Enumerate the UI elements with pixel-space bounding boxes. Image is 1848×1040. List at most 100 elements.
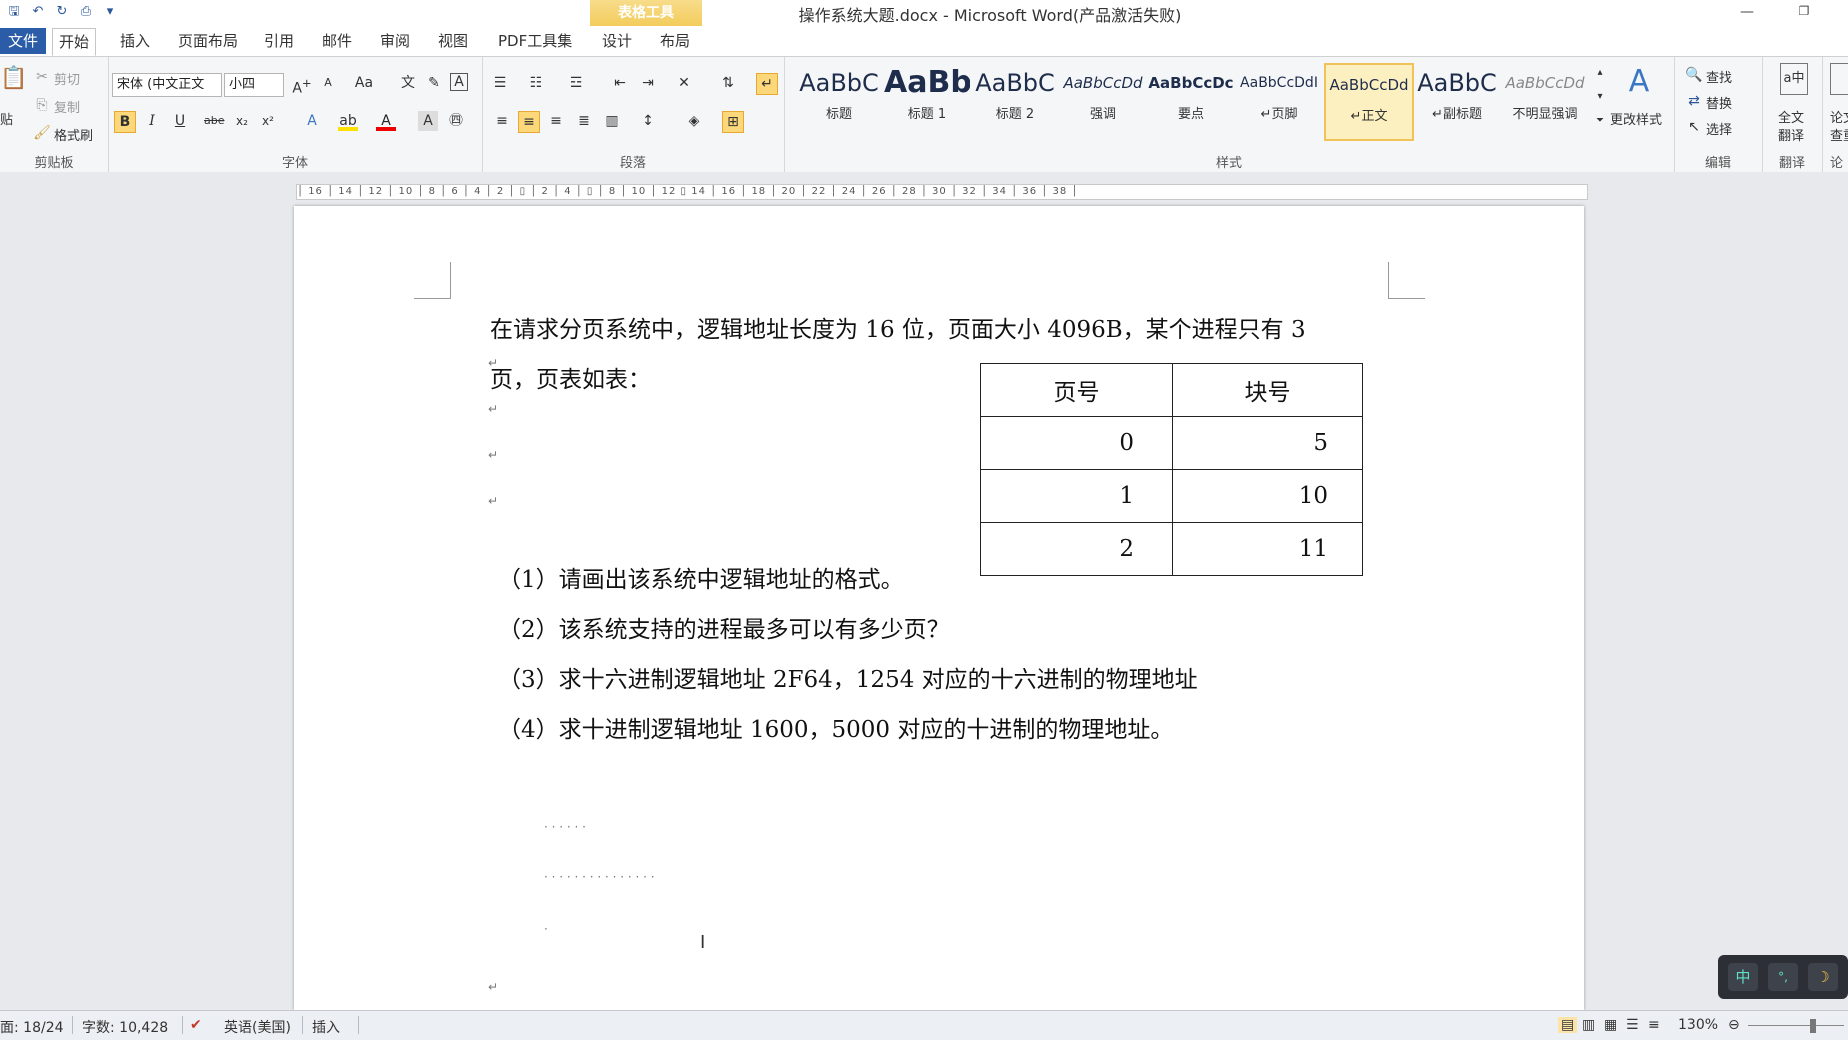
styles-scroll-up-icon[interactable]: ▴ <box>1590 63 1610 83</box>
distributed-icon[interactable]: ▥ <box>602 111 622 131</box>
paste-button-label[interactable]: 贴 <box>0 109 13 128</box>
tab-table-design[interactable]: 设计 <box>596 28 638 54</box>
phonetic-guide-icon[interactable]: 文 <box>398 73 418 93</box>
copy-button[interactable]: 复制 <box>54 97 80 116</box>
question-3[interactable]: （3）求十六进制逻辑地址 2F64，1254 对应的十六进制的物理地址 <box>498 660 1198 694</box>
table-cell[interactable]: 5 <box>1172 416 1363 470</box>
paste-icon[interactable]: 📋 <box>0 68 27 90</box>
replace-icon[interactable]: ⇄ <box>1684 91 1704 111</box>
style-heading-1[interactable]: AaBb 标题 1 <box>884 63 970 137</box>
outline-view-icon[interactable]: ☰ <box>1626 1017 1639 1033</box>
subscript-icon[interactable]: x₂ <box>232 111 252 131</box>
font-size-combo[interactable]: 小四 <box>224 73 284 97</box>
styles-more-icon[interactable]: ⏷ <box>1590 111 1610 131</box>
style-subtle-emphasis[interactable]: AaBbCcDd 不明显强调 <box>1502 63 1588 137</box>
select-icon[interactable]: ↖ <box>1684 117 1704 137</box>
tab-pdf-tools[interactable]: PDF工具集 <box>492 28 578 54</box>
horizontal-ruler[interactable]: │ 16 │ 14 │ 12 │ 10 │ 8 │ 6 │ 4 │ 2 │ ▯ … <box>296 184 1588 200</box>
find-button[interactable]: 查找 <box>1706 67 1732 86</box>
zoom-slider-thumb[interactable] <box>1810 1019 1816 1033</box>
language-indicator[interactable]: 英语(美国) <box>224 1017 291 1037</box>
undo-icon[interactable]: ↶ <box>30 4 46 20</box>
zoom-slider[interactable] <box>1748 1025 1844 1026</box>
style-emphasis[interactable]: AaBbCcDd 强调 <box>1060 63 1146 137</box>
full-text-label[interactable]: 全文 <box>1778 107 1804 126</box>
replace-button[interactable]: 替换 <box>1706 93 1732 112</box>
change-case-icon[interactable]: Aa <box>354 73 374 93</box>
shrink-font-icon[interactable]: A <box>318 73 338 93</box>
style-title[interactable]: AaBbC 标题 <box>796 63 882 137</box>
bold-icon[interactable]: B <box>114 111 136 133</box>
highlight-icon[interactable]: ab <box>338 111 358 131</box>
full-screen-reading-icon[interactable]: ▥ <box>1582 1017 1595 1033</box>
clear-format-icon[interactable]: ✎ <box>424 73 444 93</box>
format-painter-button[interactable]: 格式刷 <box>54 125 93 144</box>
underline-icon[interactable]: U <box>170 111 190 131</box>
word-count[interactable]: 字数: 10,428 <box>82 1017 168 1037</box>
numbering-icon[interactable]: ☷ <box>526 73 546 93</box>
tab-view[interactable]: 视图 <box>432 28 474 54</box>
body-line-2[interactable]: 页，页表如表： <box>490 360 651 394</box>
proofing-icon[interactable]: ✔ <box>190 1017 202 1033</box>
tab-mailings[interactable]: 邮件 <box>316 28 358 54</box>
grow-font-icon[interactable]: A+ <box>292 73 312 97</box>
zoom-out-icon[interactable]: ⊖ <box>1728 1017 1740 1033</box>
text-effects-icon[interactable]: A <box>302 111 322 131</box>
style-normal[interactable]: AaBbCcDd ↵正文 <box>1324 63 1414 141</box>
style-subtitle[interactable]: AaBbC ↵副标题 <box>1414 63 1500 137</box>
bullets-icon[interactable]: ☰ <box>490 73 510 93</box>
copy-icon[interactable]: ⎘ <box>32 95 52 115</box>
document-page[interactable]: 在请求分页系统中，逻辑地址长度为 16 位，页面大小 4096B，某个进程只有 … <box>294 206 1584 1010</box>
borders-icon[interactable]: ⊞ <box>722 111 744 133</box>
format-painter-icon[interactable]: 🖌 <box>32 123 52 143</box>
translate-button[interactable]: 翻译 <box>1778 125 1804 144</box>
find-icon[interactable]: 🔍 <box>1684 65 1704 85</box>
minimize-button[interactable]: — <box>1733 4 1761 22</box>
asian-layout-icon[interactable]: ✕ <box>674 73 694 93</box>
table-header-block-no[interactable]: 块号 <box>1172 363 1363 417</box>
table-header-page-no[interactable]: 页号 <box>980 363 1173 417</box>
paper-label-b[interactable]: 查重 <box>1830 125 1848 144</box>
shading-icon[interactable]: ◈ <box>684 111 704 131</box>
body-line-1[interactable]: 在请求分页系统中，逻辑地址长度为 16 位，页面大小 4096B，某个进程只有 … <box>490 310 1306 344</box>
show-marks-icon[interactable]: ↵ <box>756 73 778 95</box>
align-center-icon[interactable]: ≡ <box>518 111 540 133</box>
ime-punctuation-mode[interactable]: °, <box>1768 963 1798 991</box>
question-2[interactable]: （2）该系统支持的进程最多可以有多少页？ <box>498 610 950 644</box>
sort-icon[interactable]: ⇅ <box>718 73 738 93</box>
tab-page-layout[interactable]: 页面布局 <box>172 28 244 54</box>
ime-chinese-mode[interactable]: 中 <box>1728 963 1758 991</box>
char-border-icon[interactable]: A <box>450 73 468 91</box>
tab-references[interactable]: 引用 <box>258 28 300 54</box>
translate-icon[interactable]: a中 <box>1780 63 1808 95</box>
enclose-char-icon[interactable]: ㊃ <box>446 111 466 131</box>
paper-label-a[interactable]: 论文 <box>1830 107 1848 126</box>
tab-review[interactable]: 审阅 <box>374 28 416 54</box>
tab-home[interactable]: 开始 <box>52 28 97 56</box>
draft-view-icon[interactable]: ≡ <box>1648 1017 1660 1033</box>
insert-mode[interactable]: 插入 <box>312 1017 340 1037</box>
paper-icon[interactable] <box>1830 63 1848 95</box>
italic-icon[interactable]: I <box>142 111 162 131</box>
change-styles-button[interactable]: 更改样式 <box>1610 109 1662 128</box>
style-heading-2[interactable]: AaBbC 标题 2 <box>972 63 1058 137</box>
style-footer[interactable]: AaBbCcDdI ↵页脚 <box>1236 63 1322 137</box>
decrease-indent-icon[interactable]: ⇤ <box>610 73 630 93</box>
print-layout-view-icon[interactable]: ▤ <box>1558 1017 1578 1033</box>
save-icon[interactable]: 🖫 <box>6 4 22 20</box>
strikethrough-icon[interactable]: abe <box>204 111 225 131</box>
line-spacing-icon[interactable]: ↕ <box>638 111 658 131</box>
redo-icon[interactable]: ↻ <box>54 4 70 20</box>
cut-icon[interactable]: ✂ <box>32 67 52 87</box>
tab-insert[interactable]: 插入 <box>114 28 156 54</box>
tab-table-layout[interactable]: 布局 <box>654 28 696 54</box>
page-count[interactable]: 面: 18/24 <box>0 1017 64 1037</box>
select-button[interactable]: 选择 <box>1706 119 1732 138</box>
styles-scroll-down-icon[interactable]: ▾ <box>1590 87 1610 107</box>
table-cell[interactable]: 1 <box>980 469 1173 523</box>
multilevel-list-icon[interactable]: ☲ <box>566 73 586 93</box>
question-4[interactable]: （4）求十进制逻辑地址 1600，5000 对应的十进制的物理地址。 <box>498 710 1173 744</box>
zoom-level[interactable]: 130% <box>1678 1017 1718 1033</box>
print-preview-icon[interactable]: ⎙ <box>78 4 94 20</box>
style-strong[interactable]: AaBbCcDc 要点 <box>1148 63 1234 137</box>
